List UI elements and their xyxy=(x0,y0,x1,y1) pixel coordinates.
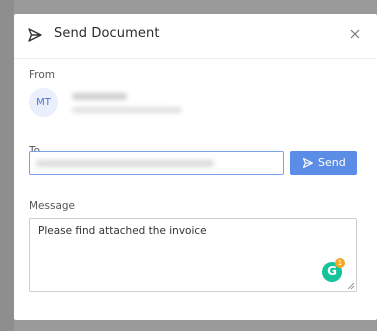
grammarly-icon[interactable]: G 1 xyxy=(322,258,345,282)
sender-email-redacted xyxy=(72,107,182,113)
send-button[interactable]: Send xyxy=(290,151,357,175)
avatar: MT xyxy=(29,88,58,117)
message-text: Please find attached the invoice xyxy=(38,225,207,237)
sender-name-redacted xyxy=(72,93,127,100)
recipient-input[interactable] xyxy=(29,151,284,175)
send-button-label: Send xyxy=(318,156,346,169)
send-document-dialog: Send Document From MT To Send Message Pl… xyxy=(14,14,377,320)
message-textarea[interactable]: Please find attached the invoice G 1 xyxy=(29,218,357,292)
resize-handle-icon[interactable] xyxy=(346,281,355,290)
message-label: Message xyxy=(29,200,76,212)
dialog-title: Send Document xyxy=(54,26,160,41)
from-label: From xyxy=(29,69,56,81)
paper-plane-icon xyxy=(28,28,42,42)
recipient-value-redacted xyxy=(36,160,214,167)
header-divider xyxy=(14,58,377,59)
grammarly-badge: 1 xyxy=(335,258,345,268)
paper-plane-icon xyxy=(302,157,314,169)
close-icon[interactable] xyxy=(347,26,363,42)
dialog-header: Send Document xyxy=(14,14,377,58)
overlay-backdrop xyxy=(0,0,14,331)
